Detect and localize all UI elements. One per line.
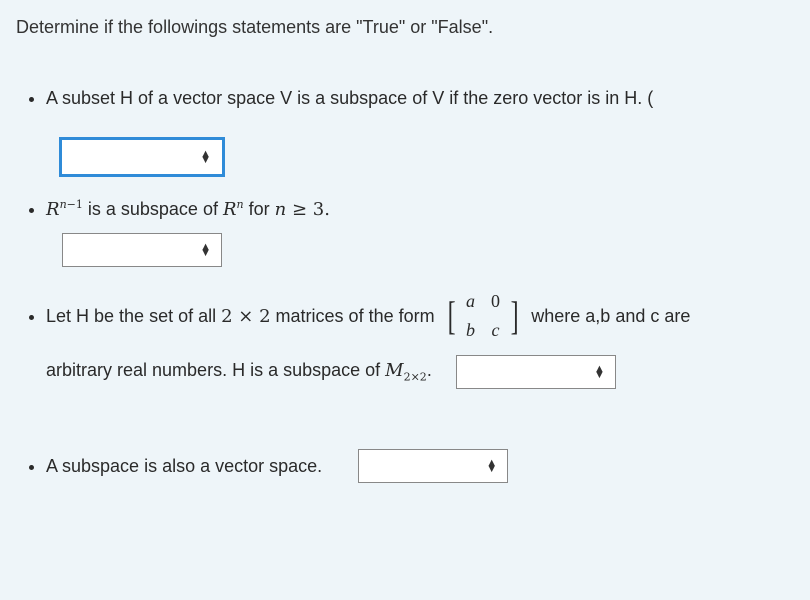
q4-answer-select[interactable] — [358, 449, 508, 483]
q3-t1a: Let H be the set of all — [46, 306, 221, 326]
q3-line1: Let H be the set of all 2 × 2 matrices o… — [46, 303, 435, 330]
rbracket-icon: ] — [511, 296, 519, 336]
matrix-0: 0 — [483, 287, 508, 316]
q2-answer-select[interactable] — [62, 233, 222, 267]
question-1: A subset H of a vector space V is a subs… — [46, 85, 794, 174]
q2-R1: R — [46, 199, 60, 220]
q3-dot: . — [427, 360, 432, 380]
q2-exp-minus1: −1 — [67, 198, 83, 211]
matrix-body: a 0 b c — [458, 287, 508, 345]
q2-exp2: n — [237, 198, 244, 211]
q3-t1c: where a,b and c are — [531, 303, 690, 330]
q3-Msub: 2×2 — [404, 371, 427, 384]
matrix-b: b — [458, 316, 483, 345]
q2-R2: R — [223, 199, 237, 220]
updown-icon — [200, 151, 211, 163]
updown-icon — [594, 366, 605, 378]
q2-mid: is a subspace of — [83, 199, 223, 219]
q2-nvar: n — [275, 199, 287, 220]
matrix-c: c — [483, 316, 508, 345]
q2-text: Rn−1 is a subspace of Rn for n ≥ 3. — [46, 199, 330, 219]
matrix-a: a — [458, 287, 483, 316]
q3-dim: 2 × 2 — [221, 306, 270, 327]
matrix-display: [ a 0 b c ] — [445, 287, 522, 345]
q2-geq: ≥ 3. — [286, 199, 330, 220]
q3-t1b: matrices of the form — [271, 306, 435, 326]
q3-t2a: arbitrary real numbers. H is a subspace … — [46, 360, 385, 380]
q1-text: A subset H of a vector space V is a subs… — [46, 88, 653, 108]
q2-for: for — [244, 199, 275, 219]
q3-line2: arbitrary real numbers. H is a subspace … — [46, 357, 432, 386]
question-4: A subspace is also a vector space. — [46, 449, 794, 483]
question-page: Determine if the followings statements a… — [0, 0, 810, 519]
lbracket-icon: [ — [447, 296, 455, 336]
q4-text: A subspace is also a vector space. — [46, 453, 322, 480]
question-2: Rn−1 is a subspace of Rn for n ≥ 3. — [46, 196, 794, 267]
q1-answer-select[interactable] — [62, 140, 222, 174]
q3-M: M — [385, 360, 403, 381]
question-3: Let H be the set of all 2 × 2 matrices o… — [46, 287, 794, 389]
q3-answer-select[interactable] — [456, 355, 616, 389]
updown-icon — [200, 244, 211, 256]
q2-exp-n: n — [60, 198, 67, 211]
question-list: A subset H of a vector space V is a subs… — [16, 85, 794, 483]
updown-icon — [486, 460, 497, 472]
instruction-text: Determine if the followings statements a… — [16, 14, 794, 41]
